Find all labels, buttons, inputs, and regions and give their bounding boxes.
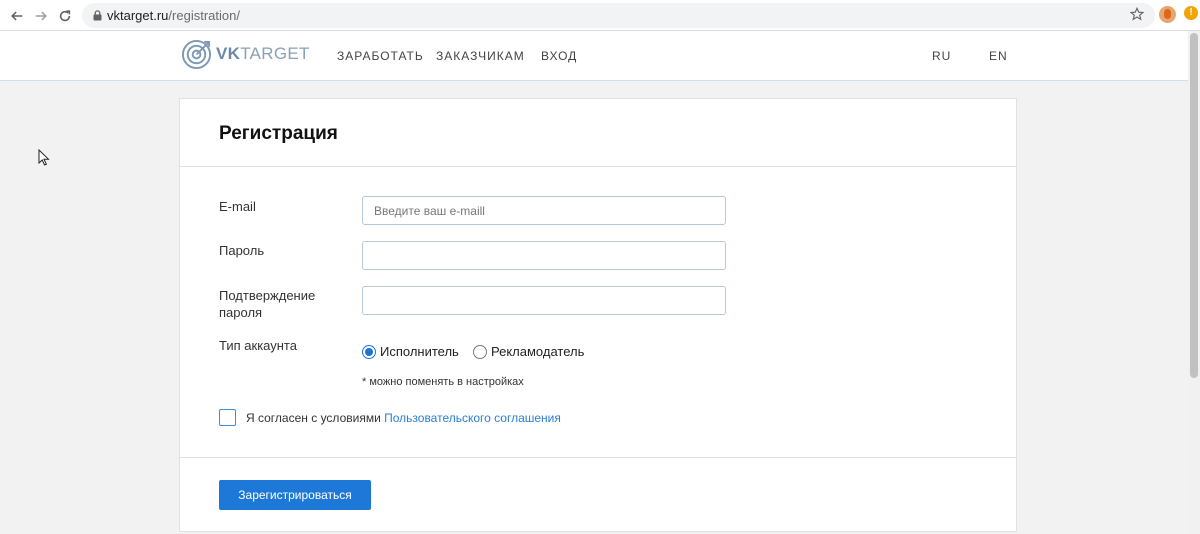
account-type-advertiser-label: Рекламодатель [491, 344, 585, 359]
target-logo-icon [181, 39, 212, 69]
url-host: vktarget.ru [107, 8, 169, 23]
browser-toolbar: vktarget.ru/registration/ ! [0, 0, 1200, 31]
page-title: Регистрация [219, 123, 338, 144]
url-text: vktarget.ru/registration/ [107, 8, 240, 23]
password-confirm-label-line2: пароля [219, 305, 263, 320]
lang-ru[interactable]: RU [932, 49, 951, 63]
agree-checkbox[interactable] [219, 409, 236, 426]
email-label: E-mail [219, 199, 256, 214]
forward-arrow-icon[interactable] [31, 6, 51, 26]
user-agreement-link[interactable]: Пользовательского соглашения [384, 411, 561, 425]
password-confirm-field[interactable] [362, 286, 726, 315]
site-header: VKTARGET ЗАРАБОТАТЬ ЗАКАЗЧИКАМ ВХОД RU E… [0, 31, 1200, 81]
logo-text-rest: TARGET [240, 44, 310, 63]
profile-avatar-icon[interactable] [1159, 6, 1176, 23]
scrollbar-thumb[interactable] [1190, 33, 1198, 378]
logo-text-strong: VK [216, 44, 241, 63]
password-label: Пароль [219, 243, 265, 258]
mouse-cursor-icon [38, 149, 50, 166]
radio-unchecked-icon[interactable] [473, 344, 487, 359]
page-scrollbar[interactable] [1188, 31, 1200, 534]
logo-text: VKTARGET [216, 44, 310, 64]
password-field[interactable] [362, 241, 726, 270]
register-button[interactable]: Зарегистрироваться [219, 480, 371, 510]
update-alert-icon[interactable]: ! [1184, 6, 1198, 20]
account-type-performer-radio[interactable]: Исполнитель [362, 344, 459, 359]
nav-earn[interactable]: ЗАРАБОТАТЬ [337, 49, 424, 63]
registration-card: Регистрация E-mail Пароль Подтверждение п… [179, 98, 1017, 532]
title-divider [180, 166, 1016, 167]
nav-customers[interactable]: ЗАКАЗЧИКАМ [436, 49, 525, 63]
lock-icon [93, 10, 102, 21]
logo[interactable]: VKTARGET [181, 38, 310, 70]
email-field[interactable] [362, 196, 726, 225]
footer-divider [180, 457, 1016, 458]
reload-icon[interactable] [55, 6, 75, 26]
account-type-advertiser-radio[interactable]: Рекламодатель [473, 344, 584, 359]
radio-checked-icon[interactable] [362, 344, 376, 359]
account-type-hint: * можно поменять в настройках [362, 376, 524, 388]
account-type-performer-label: Исполнитель [380, 344, 459, 359]
account-type-label: Тип аккаунта [219, 338, 297, 353]
agree-text: Я согласен с условиями Пользовательского… [246, 411, 561, 425]
nav-login[interactable]: ВХОД [541, 49, 577, 63]
bookmark-star-icon[interactable] [1130, 7, 1144, 21]
lang-en[interactable]: EN [989, 49, 1008, 63]
password-confirm-label: Подтверждение пароля [219, 287, 315, 321]
url-path: /registration/ [168, 8, 240, 23]
back-arrow-icon[interactable] [7, 6, 27, 26]
address-bar[interactable]: vktarget.ru/registration/ [82, 3, 1155, 28]
password-confirm-label-line1: Подтверждение [219, 288, 316, 303]
agree-text-prefix: Я согласен с условиями [246, 411, 385, 425]
